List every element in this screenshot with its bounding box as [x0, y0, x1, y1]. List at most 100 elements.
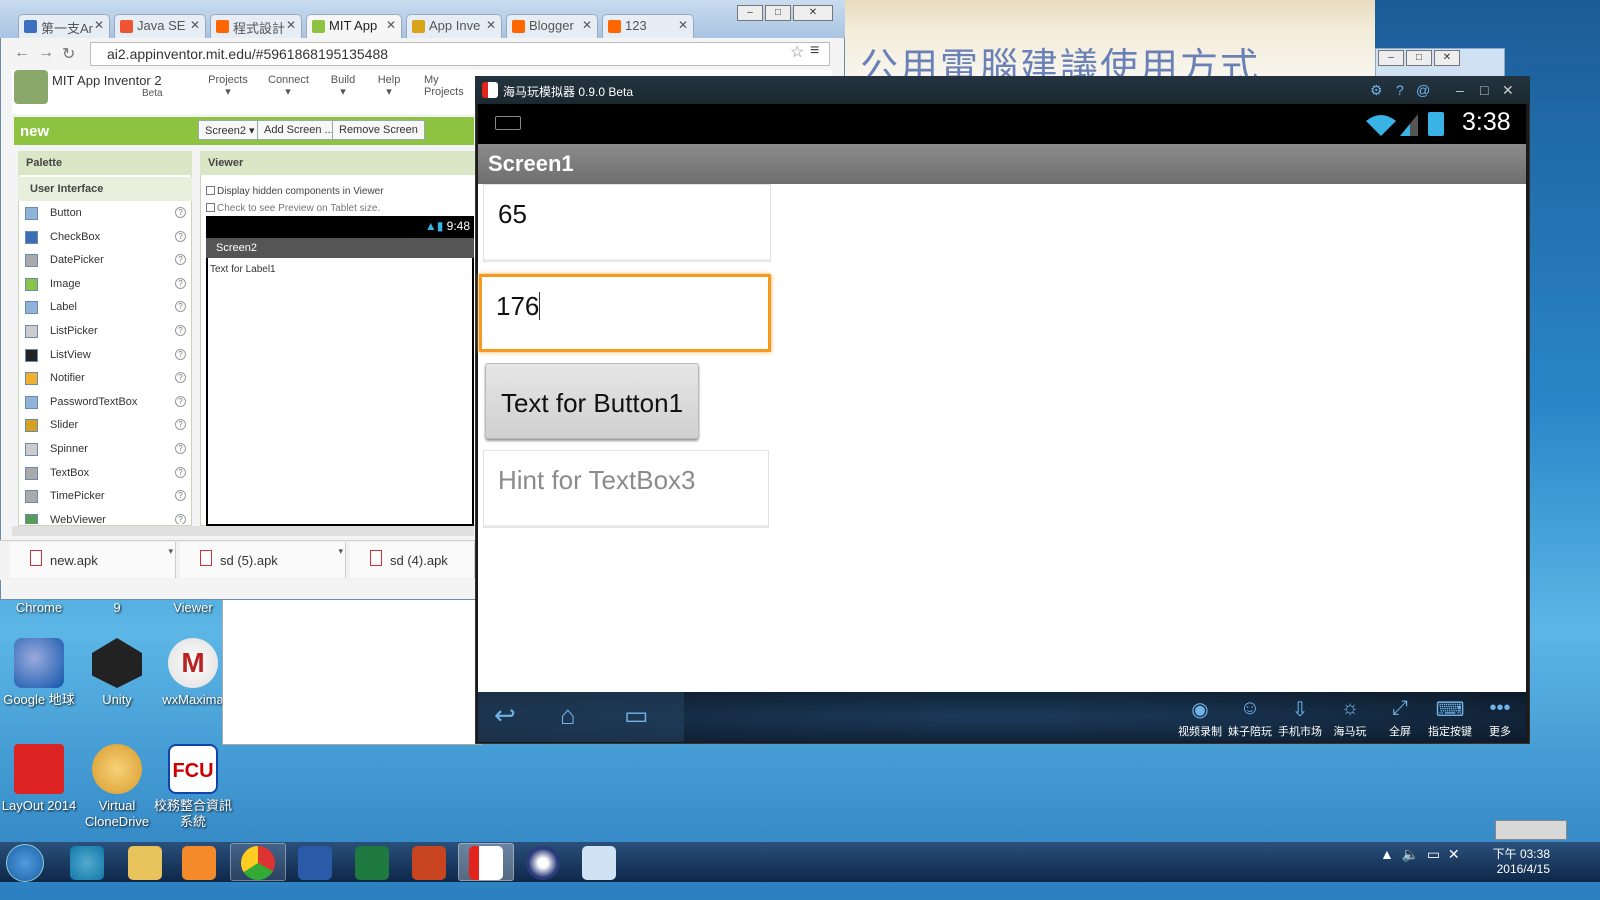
ie-icon[interactable]	[70, 846, 104, 880]
star-icon[interactable]: ☆	[790, 42, 804, 62]
textbox2[interactable]: 176	[479, 274, 771, 352]
menu-icon[interactable]: ≡	[810, 42, 819, 60]
taskbar-clock[interactable]: 下午 03:38 2016/4/15	[1480, 847, 1550, 877]
horizontal-scrollbar[interactable]	[12, 526, 474, 536]
download-new-apk[interactable]: new.apk ▾	[10, 542, 176, 578]
system-tray-icons[interactable]: ▲ 🔈 ▭ ✕	[1380, 846, 1460, 863]
media-player-icon[interactable]	[182, 846, 216, 880]
close-icon[interactable]: ✕	[1434, 50, 1460, 66]
label1-preview[interactable]: Text for Label1	[210, 264, 276, 275]
desktop-icon-unity[interactable]: Unity	[78, 638, 156, 708]
address-bar[interactable]: ai2.appinventor.mit.edu/#596186819513548…	[90, 42, 830, 66]
palette-section-user-interface[interactable]: User Interface	[18, 177, 192, 201]
add-screen-button[interactable]: Add Screen ...	[257, 120, 341, 140]
menu-build[interactable]: Build ▾	[328, 74, 358, 98]
back-icon[interactable]: ↩	[494, 700, 516, 731]
forward-icon[interactable]: →	[38, 44, 54, 62]
tab-2[interactable]: Java SE ✕	[114, 14, 206, 38]
tool-more[interactable]: ••• 更多	[1475, 697, 1525, 739]
explorer-icon[interactable]	[128, 846, 162, 880]
menu-my-projects[interactable]: My Projects	[424, 74, 464, 98]
help-icon[interactable]: ?	[175, 372, 186, 384]
palette-item-notifier[interactable]: Notifier?	[18, 368, 192, 390]
tablet-preview-checkbox[interactable]: Check to see Preview on Tablet size.	[206, 203, 380, 214]
help-icon[interactable]: ?	[175, 277, 186, 289]
textbox1[interactable]: 65	[483, 184, 771, 262]
tab-5[interactable]: App Inve ✕	[406, 14, 502, 38]
reload-icon[interactable]: ↻	[62, 44, 75, 64]
screen-dropdown[interactable]: Screen2 ▾	[198, 120, 262, 140]
maximize-icon[interactable]: □	[1406, 50, 1432, 66]
maximize-icon[interactable]: □	[1480, 82, 1488, 98]
tool-haimawan[interactable]: ☼ 海马玩	[1325, 697, 1375, 739]
desktop-icon-clonedrive[interactable]: Virtual CloneDrive	[78, 744, 156, 830]
desktop-icon-google-earth[interactable]: Google 地球	[0, 638, 78, 708]
back-icon[interactable]: ←	[14, 44, 30, 62]
help-icon[interactable]: ?	[175, 230, 186, 242]
help-icon[interactable]: ?	[175, 490, 186, 502]
palette-item-image[interactable]: Image?	[18, 274, 192, 296]
tool-market[interactable]: ⇩ 手机市场	[1275, 697, 1325, 739]
textbox3[interactable]: Hint for TextBox3	[483, 450, 769, 528]
palette-item-datepicker[interactable]: DatePicker?	[18, 250, 192, 272]
help-icon[interactable]: ?	[175, 254, 186, 266]
recents-icon[interactable]: ▭	[624, 700, 649, 731]
help-icon[interactable]: ?	[175, 443, 186, 454]
palette-item-timepicker[interactable]: TimePicker?	[18, 486, 192, 508]
palette-item-label[interactable]: Label?	[18, 297, 192, 319]
tab-7[interactable]: 123 ✕	[602, 14, 694, 38]
browser-window-controls[interactable]: – □ ✕	[735, 4, 833, 21]
language-bar[interactable]	[1495, 820, 1567, 840]
help-icon[interactable]: ?	[175, 466, 186, 478]
word-icon[interactable]	[298, 846, 332, 880]
desktop-icon-layout[interactable]: LayOut 2014	[0, 744, 78, 814]
download-sd5-apk[interactable]: sd (5).apk ▾	[180, 542, 346, 578]
help-icon[interactable]: ?	[175, 207, 186, 218]
tab-1[interactable]: 第一支Ar ✕	[18, 14, 110, 38]
palette-item-slider[interactable]: Slider?	[18, 415, 192, 437]
eclipse-icon[interactable]	[526, 846, 560, 880]
background-window-controls[interactable]: – □ ✕	[1375, 48, 1505, 78]
minimize-icon[interactable]: –	[1456, 82, 1464, 98]
menu-projects[interactable]: Projects ▾	[208, 74, 248, 98]
tool-video-record[interactable]: ◉ 视频录制	[1175, 697, 1225, 739]
help-icon[interactable]: ?	[175, 419, 186, 431]
remove-screen-button[interactable]: Remove Screen	[332, 120, 425, 140]
at-icon[interactable]: @	[1416, 82, 1430, 98]
tab-mit-app[interactable]: MIT App ✕	[306, 14, 402, 38]
tool-companion[interactable]: ☺ 妹子陪玩	[1225, 697, 1275, 739]
start-button[interactable]	[6, 844, 44, 882]
close-icon[interactable]: ✕	[1502, 82, 1514, 99]
palette-item-listpicker[interactable]: ListPicker?	[18, 321, 192, 343]
hidden-components-checkbox[interactable]: Display hidden components in Viewer	[206, 186, 384, 197]
help-icon[interactable]: ?	[175, 513, 186, 524]
tool-keymap[interactable]: ⌨ 指定按键	[1425, 697, 1475, 739]
settings-icon[interactable]: ⚙	[1370, 82, 1383, 99]
palette-item-checkbox[interactable]: CheckBox?	[18, 227, 192, 249]
button1[interactable]: Text for Button1	[485, 363, 699, 439]
menu-help[interactable]: Help ▾	[376, 74, 402, 98]
help-icon[interactable]: ?	[175, 348, 186, 360]
excel-icon[interactable]	[355, 846, 389, 880]
palette-item-webviewer[interactable]: WebViewer?	[18, 510, 192, 524]
tab-6[interactable]: Blogger ✕	[506, 14, 598, 38]
home-icon[interactable]: ⌂	[560, 700, 576, 731]
tool-fullscreen[interactable]: ⤢ 全屏	[1375, 697, 1425, 739]
help-icon[interactable]: ?	[1396, 82, 1404, 98]
maximize-icon[interactable]: □	[765, 5, 791, 21]
powerpoint-icon[interactable]	[412, 846, 446, 880]
close-icon[interactable]: ✕	[793, 5, 833, 21]
palette-item-textbox[interactable]: TextBox?	[18, 463, 192, 485]
download-sd4-apk[interactable]: sd (4).apk	[350, 542, 475, 578]
desktop-icon-wxmaxima[interactable]: MwxMaxima	[154, 638, 232, 708]
help-icon[interactable]: ?	[175, 325, 186, 336]
paint-icon[interactable]	[582, 846, 616, 880]
menu-connect[interactable]: Connect ▾	[268, 74, 309, 98]
minimize-icon[interactable]: –	[737, 5, 763, 21]
help-icon[interactable]: ?	[175, 395, 186, 407]
tab-3[interactable]: 程式設計 ✕	[210, 14, 302, 38]
minimize-icon[interactable]: –	[1378, 50, 1404, 66]
palette-item-spinner[interactable]: Spinner?	[18, 439, 192, 461]
palette-item-passwordtextbox[interactable]: PasswordTextBox?	[18, 392, 192, 414]
palette-item-button[interactable]: Button?	[18, 203, 192, 225]
